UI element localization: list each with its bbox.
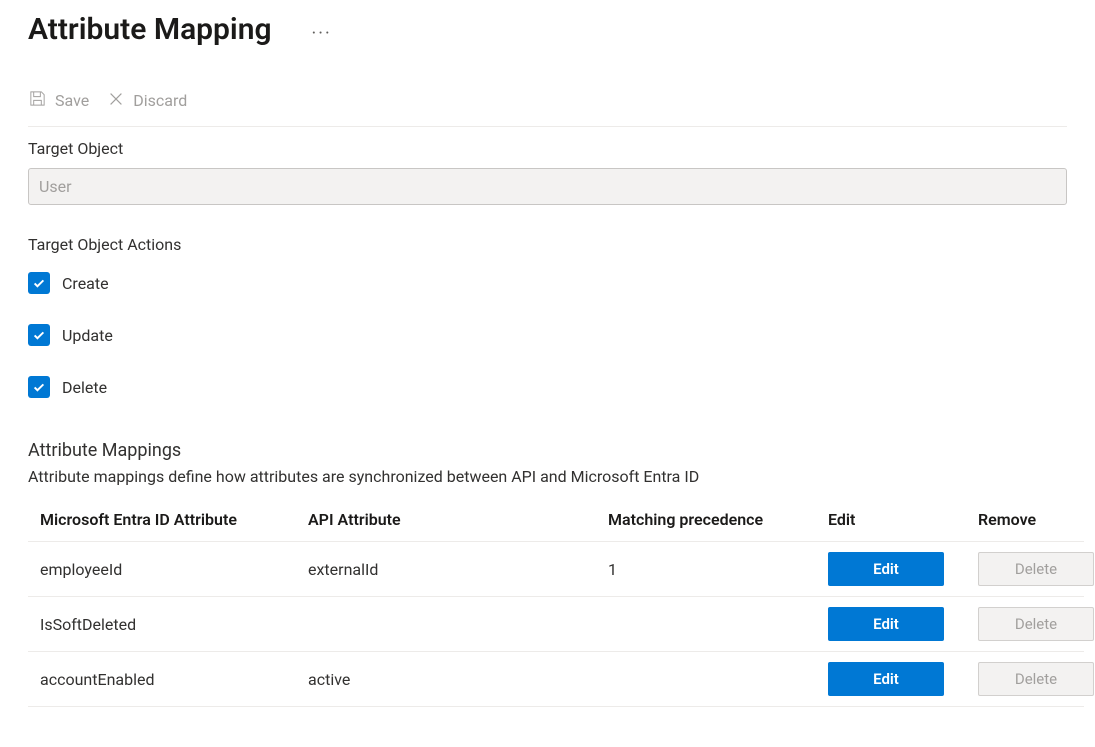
cell-entra-attribute: accountEnabled (28, 652, 296, 707)
save-button[interactable]: Save (28, 89, 89, 112)
edit-button[interactable]: Edit (828, 607, 944, 641)
checkbox-label: Update (62, 326, 113, 345)
action-checkbox-create[interactable]: Create (28, 272, 1067, 294)
cell-entra-attribute: IsSoftDeleted (28, 597, 296, 652)
delete-button[interactable]: Delete (978, 552, 1094, 586)
edit-button[interactable]: Edit (828, 552, 944, 586)
toolbar-divider (28, 126, 1067, 127)
col-header-edit: Edit (816, 500, 966, 542)
target-object-label: Target Object (28, 139, 1067, 158)
delete-button[interactable]: Delete (978, 607, 1094, 641)
delete-button[interactable]: Delete (978, 662, 1094, 696)
target-object-input[interactable] (28, 168, 1067, 205)
cell-matching-precedence: 1 (596, 542, 816, 597)
checkbox-checked-icon[interactable] (28, 324, 50, 346)
table-header-row: Microsoft Entra ID Attribute API Attribu… (28, 500, 1084, 542)
attribute-mappings-description: Attribute mappings define how attributes… (28, 467, 1067, 486)
save-icon (28, 89, 47, 112)
target-object-actions-label: Target Object Actions (28, 235, 1067, 254)
checkbox-label: Create (62, 274, 109, 293)
edit-button[interactable]: Edit (828, 662, 944, 696)
checkbox-checked-icon[interactable] (28, 376, 50, 398)
cell-api-attribute: externalId (296, 542, 596, 597)
checkbox-label: Delete (62, 378, 107, 397)
cell-matching-precedence (596, 652, 816, 707)
table-row: IsSoftDeleted Edit Delete (28, 597, 1084, 652)
cell-api-attribute: active (296, 652, 596, 707)
col-header-api[interactable]: API Attribute (296, 500, 596, 542)
attribute-mappings-heading: Attribute Mappings (28, 440, 1067, 461)
table-row: accountEnabled active Edit Delete (28, 652, 1084, 707)
discard-button[interactable]: Discard (107, 90, 187, 112)
col-header-entra[interactable]: Microsoft Entra ID Attribute (28, 500, 296, 542)
more-actions-button[interactable]: ··· (306, 19, 338, 48)
checkbox-checked-icon[interactable] (28, 272, 50, 294)
cell-entra-attribute: employeeId (28, 542, 296, 597)
page-header: Attribute Mapping ··· (28, 12, 1067, 47)
save-label: Save (55, 91, 89, 110)
close-icon (107, 90, 125, 112)
page-title: Attribute Mapping (28, 12, 272, 47)
col-header-matching[interactable]: Matching precedence (596, 500, 816, 542)
action-checkbox-delete[interactable]: Delete (28, 376, 1067, 398)
cell-matching-precedence (596, 597, 816, 652)
attribute-mappings-table: Microsoft Entra ID Attribute API Attribu… (28, 500, 1084, 707)
action-checkbox-update[interactable]: Update (28, 324, 1067, 346)
discard-label: Discard (133, 91, 187, 110)
cell-api-attribute (296, 597, 596, 652)
command-bar: Save Discard (28, 79, 1067, 124)
col-header-remove: Remove (966, 500, 1084, 542)
table-row: employeeId externalId 1 Edit Delete (28, 542, 1084, 597)
